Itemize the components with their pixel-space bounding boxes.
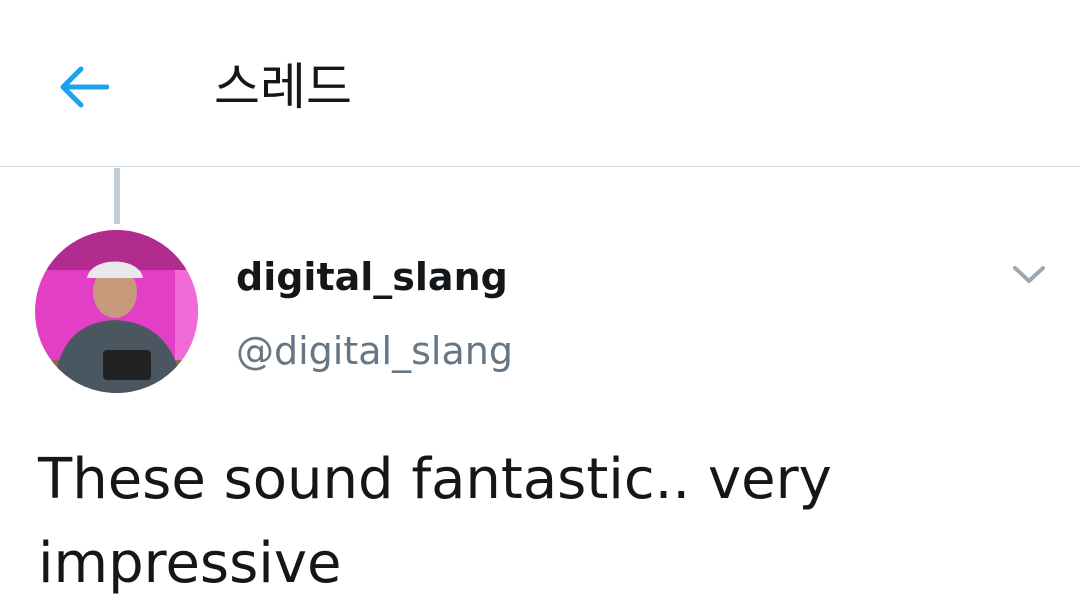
thread-connector-line [114,168,120,224]
avatar-photo [35,230,198,393]
tweet-text: These sound fantastic.. very impressive [38,447,832,596]
arrow-left-icon [60,66,109,108]
chevron-down-icon [1013,266,1045,283]
page-title: 스레드 [214,58,352,116]
author-display-name[interactable]: digital_slang [236,254,508,300]
back-button[interactable] [52,56,114,118]
tweet-menu-button[interactable] [1006,252,1052,298]
author-handle[interactable]: @digital_slang [236,328,513,374]
top-app-bar: 스레드 [0,0,1080,167]
avatar[interactable] [35,230,198,393]
